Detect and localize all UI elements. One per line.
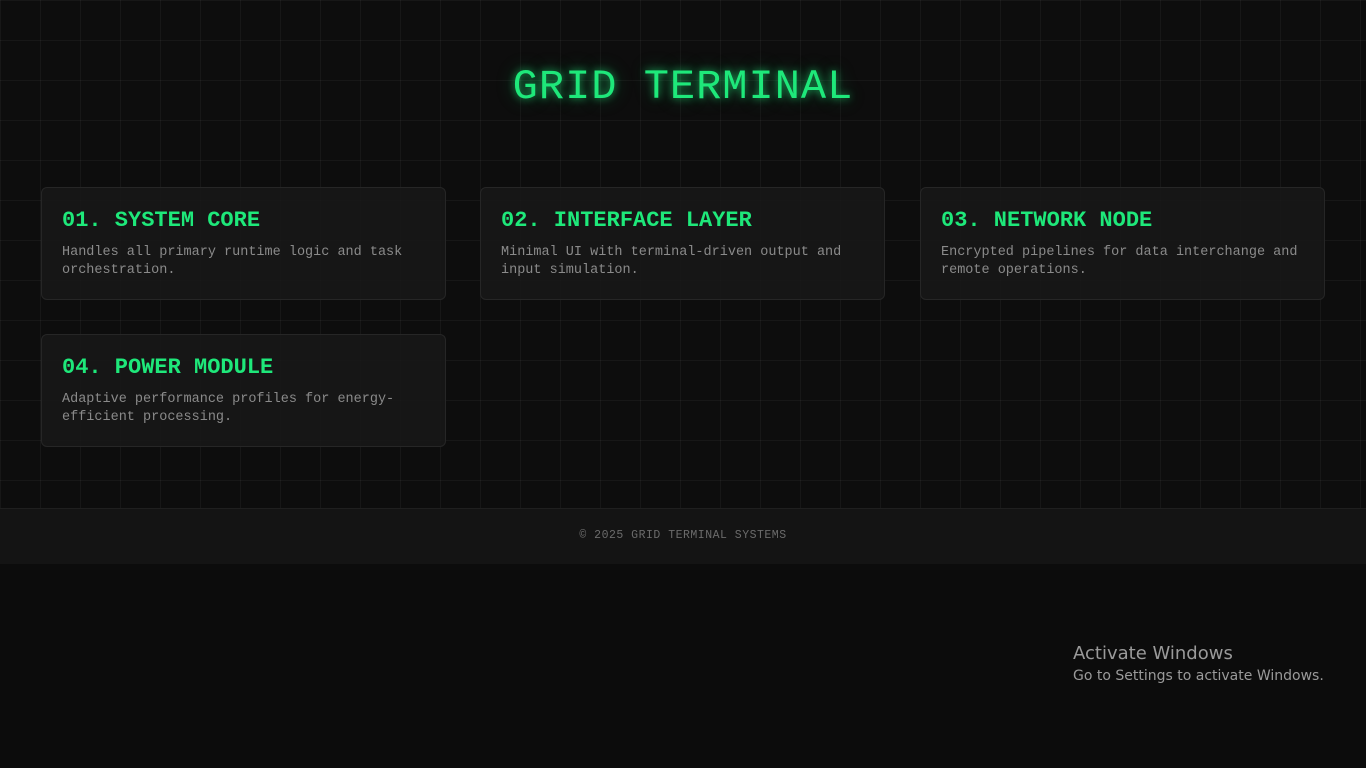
windows-activation-watermark: Activate Windows Go to Settings to activ… <box>1073 642 1324 686</box>
card-system-core: 01. SYSTEM CORE Handles all primary runt… <box>41 187 446 300</box>
watermark-title: Activate Windows <box>1073 643 1233 664</box>
card-interface-layer: 02. INTERFACE LAYER Minimal UI with term… <box>480 187 885 300</box>
page-title: GRID TERMINAL <box>512 63 854 111</box>
card-title: 01. SYSTEM CORE <box>62 208 261 233</box>
copyright-text: © 2025 GRID TERMINAL SYSTEMS <box>579 529 787 542</box>
page-footer: © 2025 GRID TERMINAL SYSTEMS <box>0 508 1366 564</box>
watermark-subtitle: Go to Settings to activate Windows. <box>1073 668 1324 684</box>
card-title: 03. NETWORK NODE <box>941 208 1153 233</box>
card-title: 02. INTERFACE LAYER <box>501 208 752 233</box>
card-description: Adaptive performance profiles for energy… <box>62 392 395 425</box>
card-network-node: 03. NETWORK NODE Encrypted pipelines for… <box>920 187 1325 300</box>
card-description: Handles all primary runtime logic and ta… <box>62 245 403 278</box>
card-description: Encrypted pipelines for data interchange… <box>941 245 1298 278</box>
card-description: Minimal UI with terminal-driven output a… <box>501 245 842 278</box>
card-title: 04. POWER MODULE <box>62 355 274 380</box>
card-power-module: 04. POWER MODULE Adaptive performance pr… <box>41 334 446 447</box>
grid-background: GRID TERMINAL 01. SYSTEM CORE Handles al… <box>0 0 1366 508</box>
